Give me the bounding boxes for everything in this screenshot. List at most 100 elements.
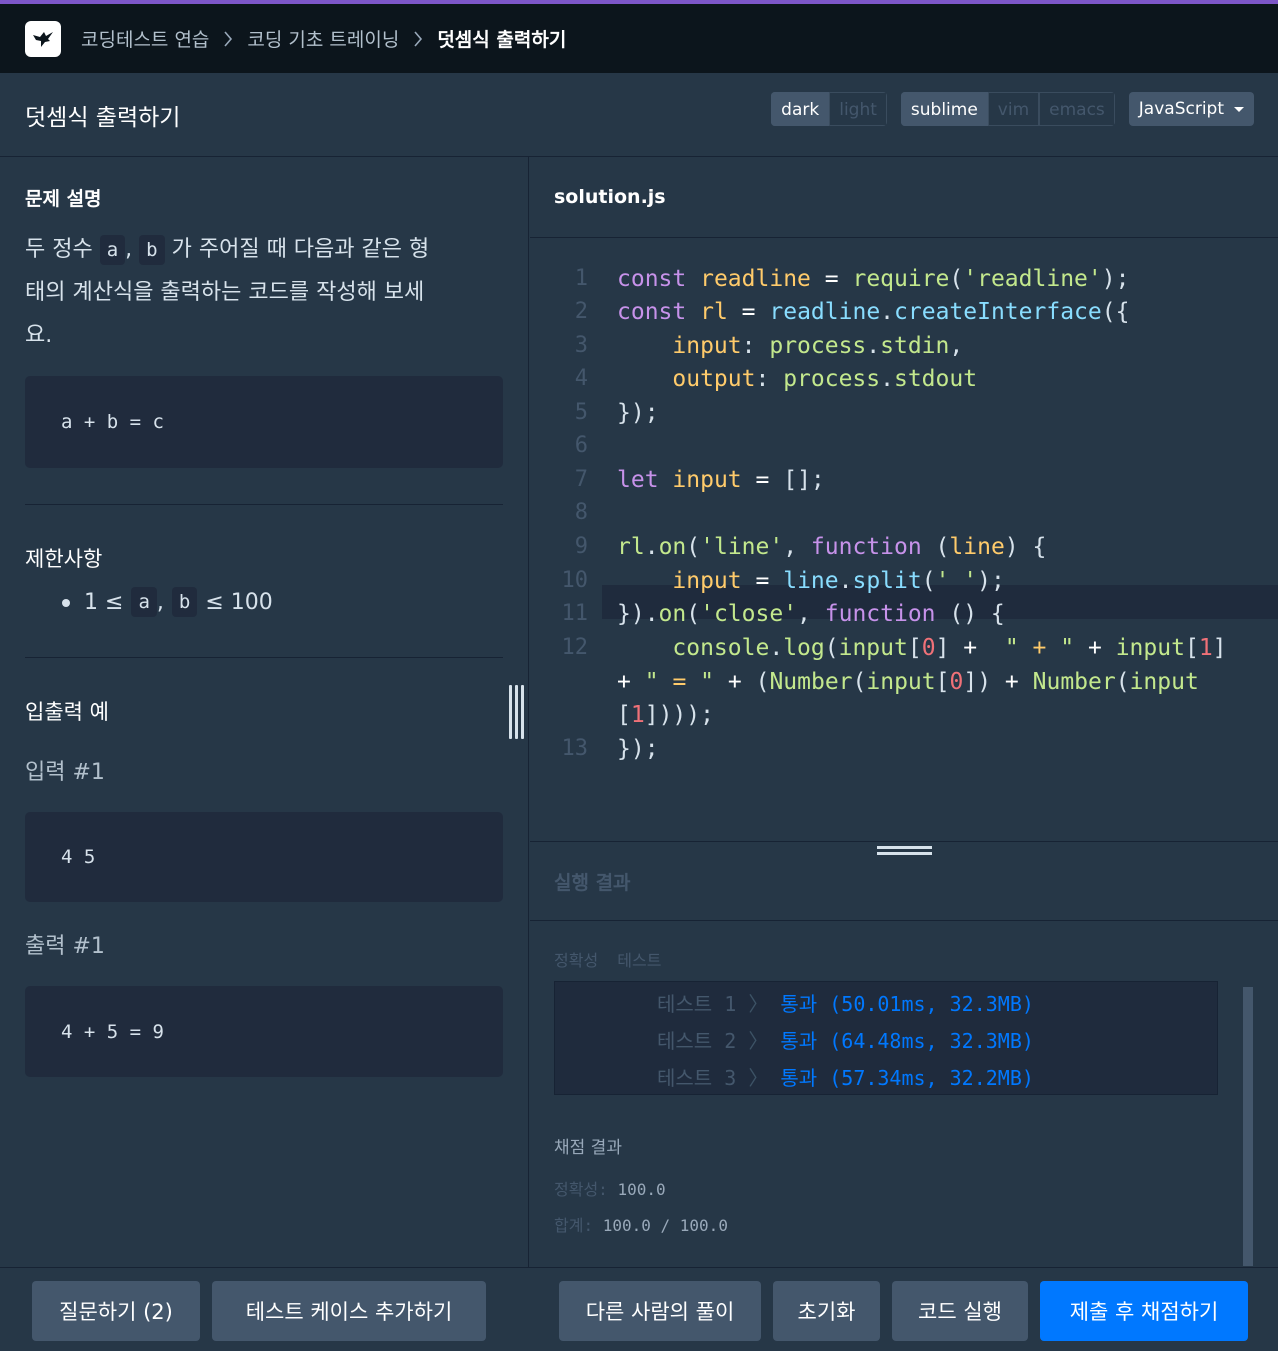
code-line: }).on('close', function () {: [617, 601, 1005, 627]
code-line: console.log(input[0] + " + " + input[1]: [672, 635, 1227, 661]
editor-panel: solution.js 1 const readline = require('r…: [530, 157, 1278, 1267]
editor-toggles: dark light sublime vim emacs JavaScript: [771, 92, 1254, 126]
results-resize-handle[interactable]: [877, 846, 932, 858]
total-label: 합계:: [554, 1216, 594, 1235]
keymap-emacs-button[interactable]: emacs: [1039, 92, 1115, 126]
result-tabs: 정확성 테스트: [554, 947, 1254, 971]
var-b-code: b: [139, 235, 165, 265]
total-score: 합계: 100.0 / 100.0: [554, 1212, 1254, 1236]
chevron-right-icon: 〉: [748, 1029, 769, 1053]
results-scrollbar[interactable]: [1243, 987, 1253, 1266]
constraint-text: 1 ≤: [84, 589, 124, 615]
line-number: 3: [574, 333, 588, 358]
run-code-button[interactable]: 코드 실행: [892, 1281, 1028, 1341]
top-navbar: 코딩테스트 연습 코딩 기초 트레이닝 덧셈식 출력하기: [0, 0, 1278, 73]
line-number: 7: [574, 467, 588, 492]
accuracy-score: 정확성: 100.0: [554, 1176, 1254, 1200]
test-result-row: 테스트 1 〉 통과 (50.01ms, 32.3MB): [555, 986, 1217, 1023]
code-line: input: process.stdin,: [672, 333, 964, 359]
submit-button[interactable]: 제출 후 채점하기: [1040, 1281, 1248, 1341]
breadcrumb-current: 덧셈식 출력하기: [437, 29, 567, 51]
var-b-code: b: [171, 587, 198, 617]
reset-button[interactable]: 초기화: [773, 1281, 880, 1341]
section-divider: [25, 657, 503, 658]
desc-text: 두 정수: [25, 237, 93, 262]
code-line: input = line.split(' ');: [672, 568, 1005, 594]
test-results-box: 테스트 1 〉 통과 (50.01ms, 32.3MB) 테스트 2 〉 통과 …: [554, 981, 1218, 1095]
theme-dark-button[interactable]: dark: [771, 92, 830, 126]
file-tab[interactable]: solution.js: [530, 157, 1278, 238]
description-heading: 문제 설명: [25, 188, 102, 210]
breadcrumb-coding-test[interactable]: 코딩테스트 연습: [81, 25, 209, 52]
output-label: 출력 #1: [25, 934, 105, 959]
accuracy-value: 100.0: [617, 1180, 666, 1199]
line-number: 8: [574, 500, 588, 525]
description-line-3: 요.: [25, 323, 53, 348]
test-pass-text: 통과 (50.01ms, 32.3MB): [780, 992, 1034, 1016]
chevron-right-icon: 〉: [748, 992, 769, 1016]
results-body: 정확성 테스트 테스트 1 〉 통과 (50.01ms, 32.3MB) 테스트…: [530, 921, 1278, 1262]
keymap-toggle: sublime vim emacs: [900, 92, 1115, 126]
page-title: 덧셈식 출력하기: [25, 104, 181, 131]
theme-light-button[interactable]: light: [829, 92, 887, 126]
code-line: [1])));: [617, 702, 714, 728]
test-label: 테스트 1: [657, 992, 737, 1016]
code-editor[interactable]: 1 const readline = require('readline'); 2…: [530, 238, 1278, 841]
var-a-code: a: [99, 235, 126, 265]
problem-titlebar: 덧셈식 출력하기 dark light sublime vim emacs Ja…: [0, 73, 1278, 157]
test-label: 테스트 2: [657, 1029, 737, 1053]
input-example-block: 4 5: [25, 812, 503, 902]
code-line: const rl = readline.createInterface({: [617, 299, 1130, 325]
programmers-logo-icon[interactable]: [25, 20, 61, 57]
test-pass-text: 통과 (64.48ms, 32.3MB): [780, 1029, 1034, 1053]
line-number: 5: [574, 400, 588, 425]
test-result-row: 테스트 2 〉 통과 (64.48ms, 32.3MB): [555, 1023, 1217, 1060]
code-line: rl.on('line', function (line) {: [617, 534, 1047, 560]
caret-down-icon: [1234, 106, 1244, 112]
chevron-right-icon: [413, 30, 423, 48]
constraint-item: 1 ≤ a, b ≤ 100: [25, 587, 503, 617]
score-title: 채점 결과: [554, 1138, 622, 1158]
language-select[interactable]: JavaScript: [1128, 92, 1254, 126]
tab-test: 테스트: [617, 951, 662, 970]
constraints-heading: 제한사항: [25, 547, 103, 571]
language-label: JavaScript: [1138, 99, 1224, 119]
total-value: 100.0 / 100.0: [602, 1216, 728, 1235]
keymap-vim-button[interactable]: vim: [987, 92, 1040, 126]
bullet-icon: [62, 599, 70, 607]
test-pass-text: 통과 (57.34ms, 32.2MB): [780, 1066, 1034, 1090]
theme-toggle: dark light: [771, 92, 887, 126]
line-number: 9: [574, 534, 588, 559]
code-line: output: process.stdout: [672, 366, 978, 392]
io-example-heading: 입출력 예: [25, 700, 109, 724]
code-line: });: [617, 400, 659, 426]
other-solutions-button[interactable]: 다른 사람의 풀이: [559, 1281, 761, 1341]
line-number: 10: [561, 568, 589, 593]
line-number: 2: [574, 299, 588, 324]
comma: ,: [156, 589, 164, 615]
line-number: 1: [574, 266, 588, 291]
test-label: 테스트 3: [657, 1066, 737, 1090]
var-a-code: a: [131, 587, 157, 617]
add-testcase-button[interactable]: 테스트 케이스 추가하기: [212, 1281, 486, 1341]
keymap-sublime-button[interactable]: sublime: [900, 92, 988, 126]
code-line: });: [617, 736, 659, 762]
tab-accuracy: 정확성: [554, 951, 599, 970]
constraint-text: ≤ 100: [205, 589, 273, 615]
format-example-block: a + b = c: [25, 376, 503, 468]
code-line: const readline = require('readline');: [617, 266, 1130, 292]
chevron-right-icon: 〉: [748, 1066, 769, 1090]
line-number: 4: [574, 366, 588, 391]
test-result-row: 테스트 3 〉 통과 (57.34ms, 32.2MB): [555, 1060, 1217, 1097]
panel-resize-handle[interactable]: [509, 685, 524, 739]
description-line-1: 두 정수 a, b 가 주어질 때 다음과 같은 형: [25, 228, 503, 271]
question-button[interactable]: 질문하기 (2): [32, 1281, 200, 1341]
problem-description: 두 정수 a, b 가 주어질 때 다음과 같은 형 태의 계산식을 출력하는 …: [25, 228, 503, 357]
code-line: let input = [];: [617, 467, 825, 493]
comma: ,: [125, 237, 133, 262]
footer-bar: 질문하기 (2) 테스트 케이스 추가하기 다른 사람의 풀이 초기화 코드 실…: [0, 1267, 1278, 1351]
line-number: 6: [574, 433, 588, 458]
input-label: 입력 #1: [25, 760, 105, 785]
line-number: 13: [561, 736, 589, 761]
breadcrumb-basic-training[interactable]: 코딩 기초 트레이닝: [247, 25, 399, 52]
